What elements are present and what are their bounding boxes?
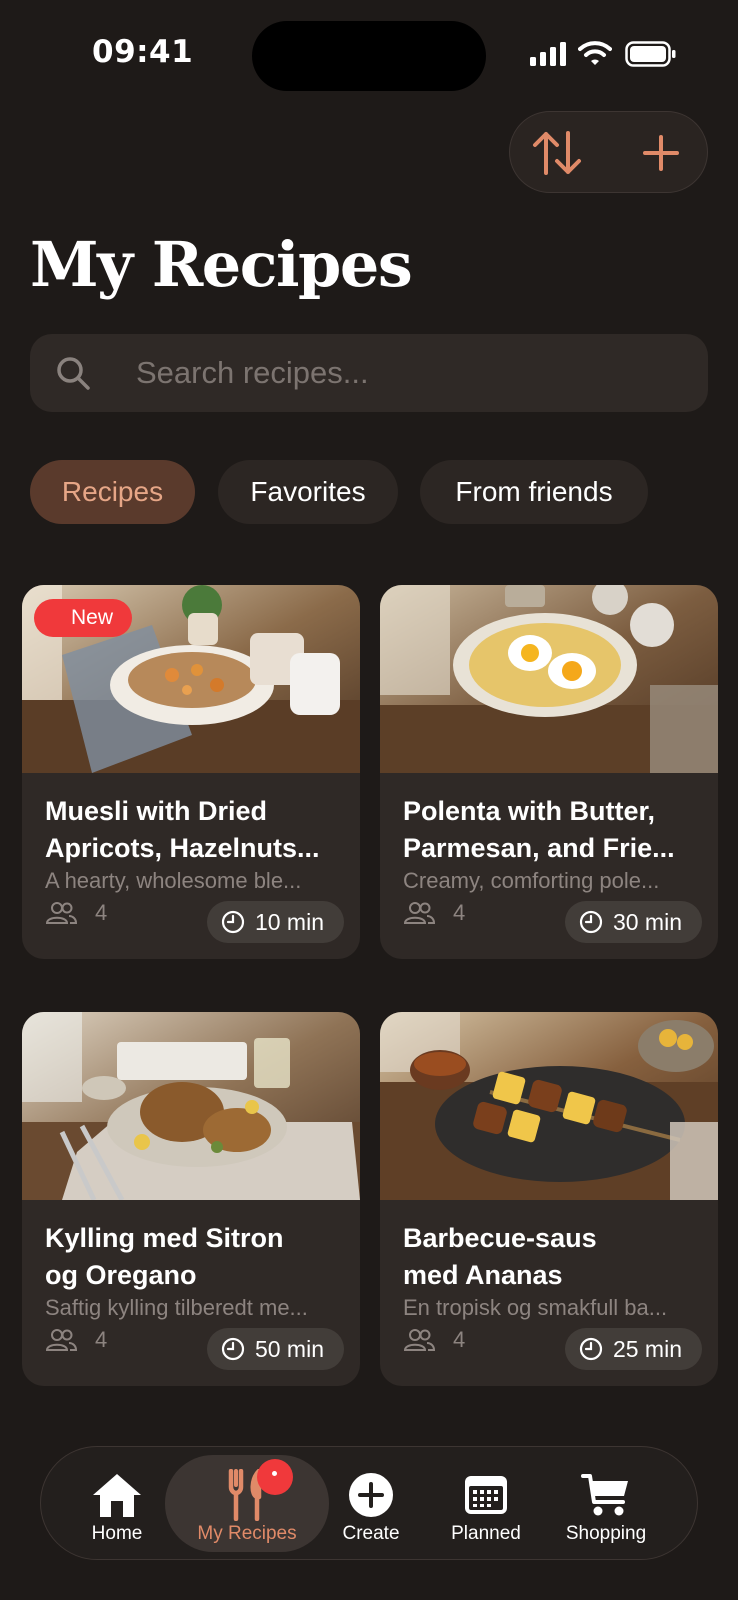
nav-planned[interactable]: Planned xyxy=(426,1469,546,1545)
servings-count: 4 xyxy=(453,900,466,925)
recipe-description: Saftig kylling tilberedt me... xyxy=(45,1295,308,1320)
cook-time: 10 min xyxy=(254,908,324,935)
servings: 4 xyxy=(45,900,107,926)
calendar-icon xyxy=(465,1476,507,1514)
time-chip: 25 min xyxy=(564,1328,702,1370)
recipe-description: En tropisk og smakfull ba... xyxy=(403,1295,668,1320)
new-badge: New xyxy=(34,599,132,637)
notification-dot xyxy=(257,1459,293,1495)
servings: 4 xyxy=(403,1327,465,1353)
header-actions xyxy=(509,111,708,193)
bottom-tab-bar: Home My Recipes Create Planned Shopping xyxy=(40,1446,698,1560)
cook-time: 30 min xyxy=(612,908,682,935)
servings: 4 xyxy=(403,900,465,926)
clock-icon xyxy=(579,910,603,934)
sort-button[interactable] xyxy=(530,126,584,180)
cellular-signal-icon xyxy=(530,42,566,66)
recipe-title: Kylling med Sitron og Oregano xyxy=(45,1223,284,1290)
clock-icon xyxy=(221,1337,245,1361)
recipe-title: Barbecue-saus med Ananas xyxy=(403,1223,597,1290)
recipe-title: Polenta with Butter, Parmesan, and Frie.… xyxy=(403,796,675,863)
nav-create[interactable]: Create xyxy=(311,1469,431,1545)
recipe-photo xyxy=(22,1012,360,1200)
time-chip: 50 min xyxy=(206,1328,344,1370)
people-icon xyxy=(403,902,435,924)
status-bar: 09:41 xyxy=(0,0,738,110)
add-recipe-button[interactable] xyxy=(634,126,688,180)
battery-icon xyxy=(625,41,676,67)
recipe-card[interactable]: New 10 min Muesli with Dried Apricots, H… xyxy=(22,585,360,959)
recipe-description: A hearty, wholesome ble... xyxy=(45,868,302,893)
servings-count: 4 xyxy=(95,1327,108,1352)
search-bar[interactable] xyxy=(30,334,708,412)
recipe-card[interactable]: 50 min Kylling med Sitron og Oregano Saf… xyxy=(22,1012,360,1386)
recipe-photo xyxy=(380,1012,718,1200)
sort-arrows-icon xyxy=(533,131,581,175)
people-icon xyxy=(403,1329,435,1351)
wifi-icon xyxy=(578,41,612,65)
tab-from-friends[interactable]: From friends xyxy=(420,460,648,524)
cook-time: 50 min xyxy=(254,1335,324,1362)
search-input[interactable] xyxy=(136,334,676,412)
servings: 4 xyxy=(45,1327,107,1353)
page-title: My Recipes xyxy=(30,228,413,301)
nav-home[interactable]: Home xyxy=(57,1469,177,1545)
dynamic-island xyxy=(252,21,486,91)
clock-icon xyxy=(221,910,245,934)
plus-icon xyxy=(643,135,679,171)
recipe-title: Muesli with Dried Apricots, Hazelnuts... xyxy=(45,796,320,863)
recipe-description: Creamy, comforting pole... xyxy=(403,868,660,893)
people-icon xyxy=(45,1329,77,1351)
cook-time: 25 min xyxy=(612,1335,682,1362)
home-icon xyxy=(93,1474,141,1517)
recipe-card[interactable]: 30 min Polenta with Butter, Parmesan, an… xyxy=(380,585,718,959)
clock-icon xyxy=(579,1337,603,1361)
plus-circle-icon xyxy=(349,1473,393,1517)
servings-count: 4 xyxy=(453,1327,466,1352)
tab-recipes[interactable]: Recipes xyxy=(30,460,195,524)
nav-shopping[interactable]: Shopping xyxy=(546,1469,666,1545)
people-icon xyxy=(45,902,77,924)
time-chip: 30 min xyxy=(564,901,702,943)
time-chip: 10 min xyxy=(206,901,344,943)
cart-icon xyxy=(581,1474,628,1516)
recipe-photo xyxy=(380,585,718,773)
servings-count: 4 xyxy=(95,900,108,925)
search-icon xyxy=(57,357,90,390)
status-time: 09:41 xyxy=(92,34,194,70)
recipe-card[interactable]: 25 min Barbecue-saus med Ananas En tropi… xyxy=(380,1012,718,1386)
tab-favorites[interactable]: Favorites xyxy=(218,460,398,524)
